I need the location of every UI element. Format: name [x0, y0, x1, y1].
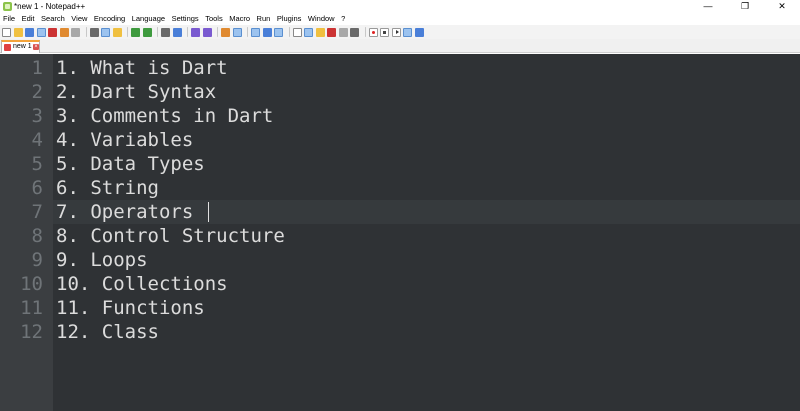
code-line[interactable]: 5. Data Types [56, 152, 205, 176]
editor-area[interactable]: 1 1. What is Dart 2 2. Dart Syntax 3 3. … [0, 54, 800, 411]
line-number: 4 [31, 129, 43, 151]
title-bar: *new 1 - Notepad++ — ❐ ✕ [0, 0, 800, 13]
code-line-current[interactable]: 7. Operators [56, 200, 193, 224]
minimize-button[interactable]: — [690, 0, 726, 13]
menu-encoding[interactable]: Encoding [94, 13, 125, 25]
menu-macro[interactable]: Macro [229, 13, 250, 25]
line-number: 12 [20, 321, 43, 343]
line-number: 8 [31, 225, 43, 247]
code-line[interactable]: 3. Comments in Dart [56, 104, 273, 128]
window-title: *new 1 - Notepad++ [14, 2, 86, 11]
tab-close-icon[interactable]: × [33, 44, 39, 50]
code-line[interactable]: 2. Dart Syntax [56, 80, 216, 104]
line-number: 5 [31, 153, 43, 175]
monitor-icon[interactable] [338, 27, 348, 37]
user-defined-lang-icon[interactable] [292, 27, 302, 37]
menu-language[interactable]: Language [132, 13, 165, 25]
line-number: 1 [31, 57, 43, 79]
line-number: 3 [31, 105, 43, 127]
toolbar-separator [85, 27, 87, 37]
word-wrap-icon[interactable] [251, 27, 260, 37]
indent-guide-icon[interactable] [274, 27, 283, 37]
toolbar-separator [187, 27, 188, 37]
sync-horizontal-icon[interactable] [232, 27, 242, 37]
cut-icon[interactable] [89, 27, 99, 37]
replace-icon[interactable] [172, 27, 182, 37]
code-line[interactable]: 1. What is Dart [56, 56, 228, 80]
line-number: 7 [31, 201, 43, 223]
code-line[interactable]: 10. Collections [56, 272, 228, 296]
menu-plugins[interactable]: Plugins [277, 13, 302, 25]
close-all-icon[interactable] [59, 27, 69, 37]
tab-label: new 1 [13, 43, 32, 50]
menu-search[interactable]: Search [41, 13, 65, 25]
print-icon[interactable] [71, 27, 80, 37]
toolbar-separator [157, 27, 158, 37]
tab-new-1[interactable]: new 1 × [1, 40, 40, 53]
code-line[interactable]: 12. Class [56, 320, 159, 344]
menu-view[interactable]: View [71, 13, 87, 25]
new-file-icon[interactable] [2, 27, 11, 37]
menu-tools[interactable]: Tools [205, 13, 223, 25]
code-line[interactable]: 6. String [56, 176, 159, 200]
toolbar-separator [247, 27, 248, 37]
open-file-icon[interactable] [13, 27, 23, 37]
stop-record-icon[interactable] [380, 27, 389, 37]
toolbar [0, 25, 800, 39]
run-macro-multiple-icon[interactable] [403, 27, 412, 37]
code-line[interactable]: 9. Loops [56, 248, 148, 272]
maximize-button[interactable]: ❐ [727, 0, 763, 13]
menu-settings[interactable]: Settings [172, 13, 199, 25]
tab-bar: new 1 × [0, 39, 800, 53]
menu-window[interactable]: Window [308, 13, 335, 25]
menu-help[interactable]: ? [341, 13, 345, 25]
code-line[interactable]: 8. Control Structure [56, 224, 285, 248]
line-number: 11 [20, 297, 43, 319]
notepad-plus-plus-app-icon [3, 2, 12, 11]
undo-icon[interactable] [131, 27, 140, 37]
menu-run[interactable]: Run [257, 13, 271, 25]
menu-edit[interactable]: Edit [22, 13, 35, 25]
folder-as-workspace-icon[interactable] [327, 27, 336, 37]
save-icon[interactable] [25, 27, 34, 37]
play-macro-icon[interactable] [391, 27, 401, 37]
line-number: 9 [31, 249, 43, 271]
close-button[interactable]: ✕ [764, 0, 800, 13]
find-icon[interactable] [161, 27, 170, 37]
toolbar-separator [364, 27, 366, 37]
doc-map-icon[interactable] [304, 27, 313, 37]
toolbar-separator [288, 27, 290, 37]
save-macro-icon[interactable] [414, 27, 424, 37]
code-line[interactable]: 4. Variables [56, 128, 193, 152]
zoom-out-icon[interactable] [202, 27, 212, 37]
toolbar-separator [217, 27, 218, 37]
record-macro-icon[interactable] [368, 27, 378, 37]
code-line[interactable]: 11. Functions [56, 296, 205, 320]
sync-vertical-icon[interactable] [221, 27, 230, 37]
save-all-icon[interactable] [36, 27, 46, 37]
toolbar-separator [127, 27, 128, 37]
redo-icon[interactable] [142, 27, 152, 37]
unsaved-file-icon [4, 44, 11, 51]
text-caret [208, 202, 209, 222]
close-icon[interactable] [48, 27, 57, 37]
line-number: 2 [31, 81, 43, 103]
copy-icon[interactable] [101, 27, 110, 37]
paste-icon[interactable] [112, 27, 122, 37]
function-list-icon[interactable] [315, 27, 325, 37]
menu-bar: File Edit Search View Encoding Language … [0, 13, 800, 25]
macro-toggle-icon[interactable] [350, 27, 359, 37]
menu-file[interactable]: File [3, 13, 15, 25]
show-all-chars-icon[interactable] [262, 27, 272, 37]
line-number: 6 [31, 177, 43, 199]
line-number: 10 [20, 273, 43, 295]
zoom-in-icon[interactable] [191, 27, 200, 37]
